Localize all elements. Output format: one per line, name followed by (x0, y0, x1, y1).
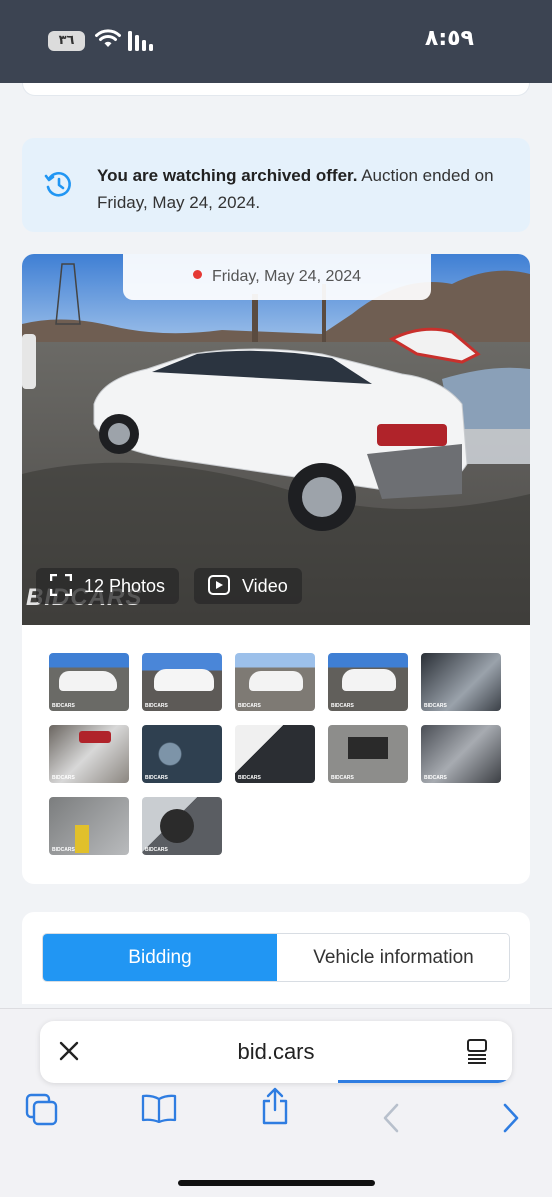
thumbnail[interactable]: BIDCARS (421, 725, 501, 783)
live-dot-icon (192, 270, 202, 280)
thumbnail[interactable]: BIDCARS (421, 653, 501, 711)
thumbnail[interactable]: BIDCARS (49, 797, 129, 855)
tabs-card: Bidding Vehicle information (22, 912, 530, 1004)
thumbnail[interactable]: BIDCARS (142, 797, 222, 855)
reader-mode-icon[interactable] (466, 1039, 488, 1065)
photos-button[interactable]: 12 Photos (36, 568, 180, 604)
page-load-progress (338, 1080, 512, 1083)
main-car-photo[interactable]: Friday, May 24, 2024 BIDCARS 12 Photos V… (22, 254, 530, 625)
bookmarks-icon[interactable] (140, 1093, 178, 1123)
thumbnail[interactable]: BIDCARS (49, 653, 129, 711)
signal-icon (128, 31, 153, 51)
thumbnail[interactable]: BIDCARS (142, 725, 222, 783)
previous-card (22, 83, 530, 96)
clock: ٨:٥٩ (424, 26, 474, 51)
thumbnail[interactable]: BIDCARS (328, 725, 408, 783)
thumbnail[interactable]: BIDCARS (328, 653, 408, 711)
wifi-icon (95, 29, 121, 47)
thumbnail[interactable]: BIDCARS (49, 725, 129, 783)
video-button[interactable]: Video (194, 568, 302, 604)
status-bar: ٣٦ ٨:٥٩ (0, 0, 552, 83)
archived-text: You are watching archived offer. Auction… (97, 166, 494, 212)
history-icon (44, 172, 71, 197)
tab-vehicle-information[interactable]: Vehicle information (277, 934, 509, 981)
thumbnail[interactable]: BIDCARS (142, 653, 222, 711)
thumbnail[interactable]: BIDCARS (235, 653, 315, 711)
tab-bar: Bidding Vehicle information (42, 933, 510, 982)
gallery-card: Friday, May 24, 2024 BIDCARS 12 Photos V… (22, 254, 530, 884)
video-play-icon (208, 575, 230, 596)
battery-icon: ٣٦ (48, 31, 85, 51)
auction-date: Friday, May 24, 2024 (123, 254, 431, 300)
address-bar[interactable]: bid.cars (40, 1021, 512, 1083)
share-icon[interactable] (260, 1086, 290, 1126)
archived-notice: You are watching archived offer. Auction… (22, 138, 530, 232)
back-arrow-icon[interactable] (380, 1103, 402, 1133)
forward-arrow-icon[interactable] (500, 1103, 522, 1133)
tabs-icon[interactable] (25, 1093, 59, 1127)
thumbnail[interactable]: BIDCARS (235, 725, 315, 783)
fullscreen-icon (50, 574, 72, 597)
url-text: bid.cars (237, 1039, 315, 1064)
tab-bidding[interactable]: Bidding (43, 934, 277, 981)
home-indicator (178, 1180, 375, 1186)
